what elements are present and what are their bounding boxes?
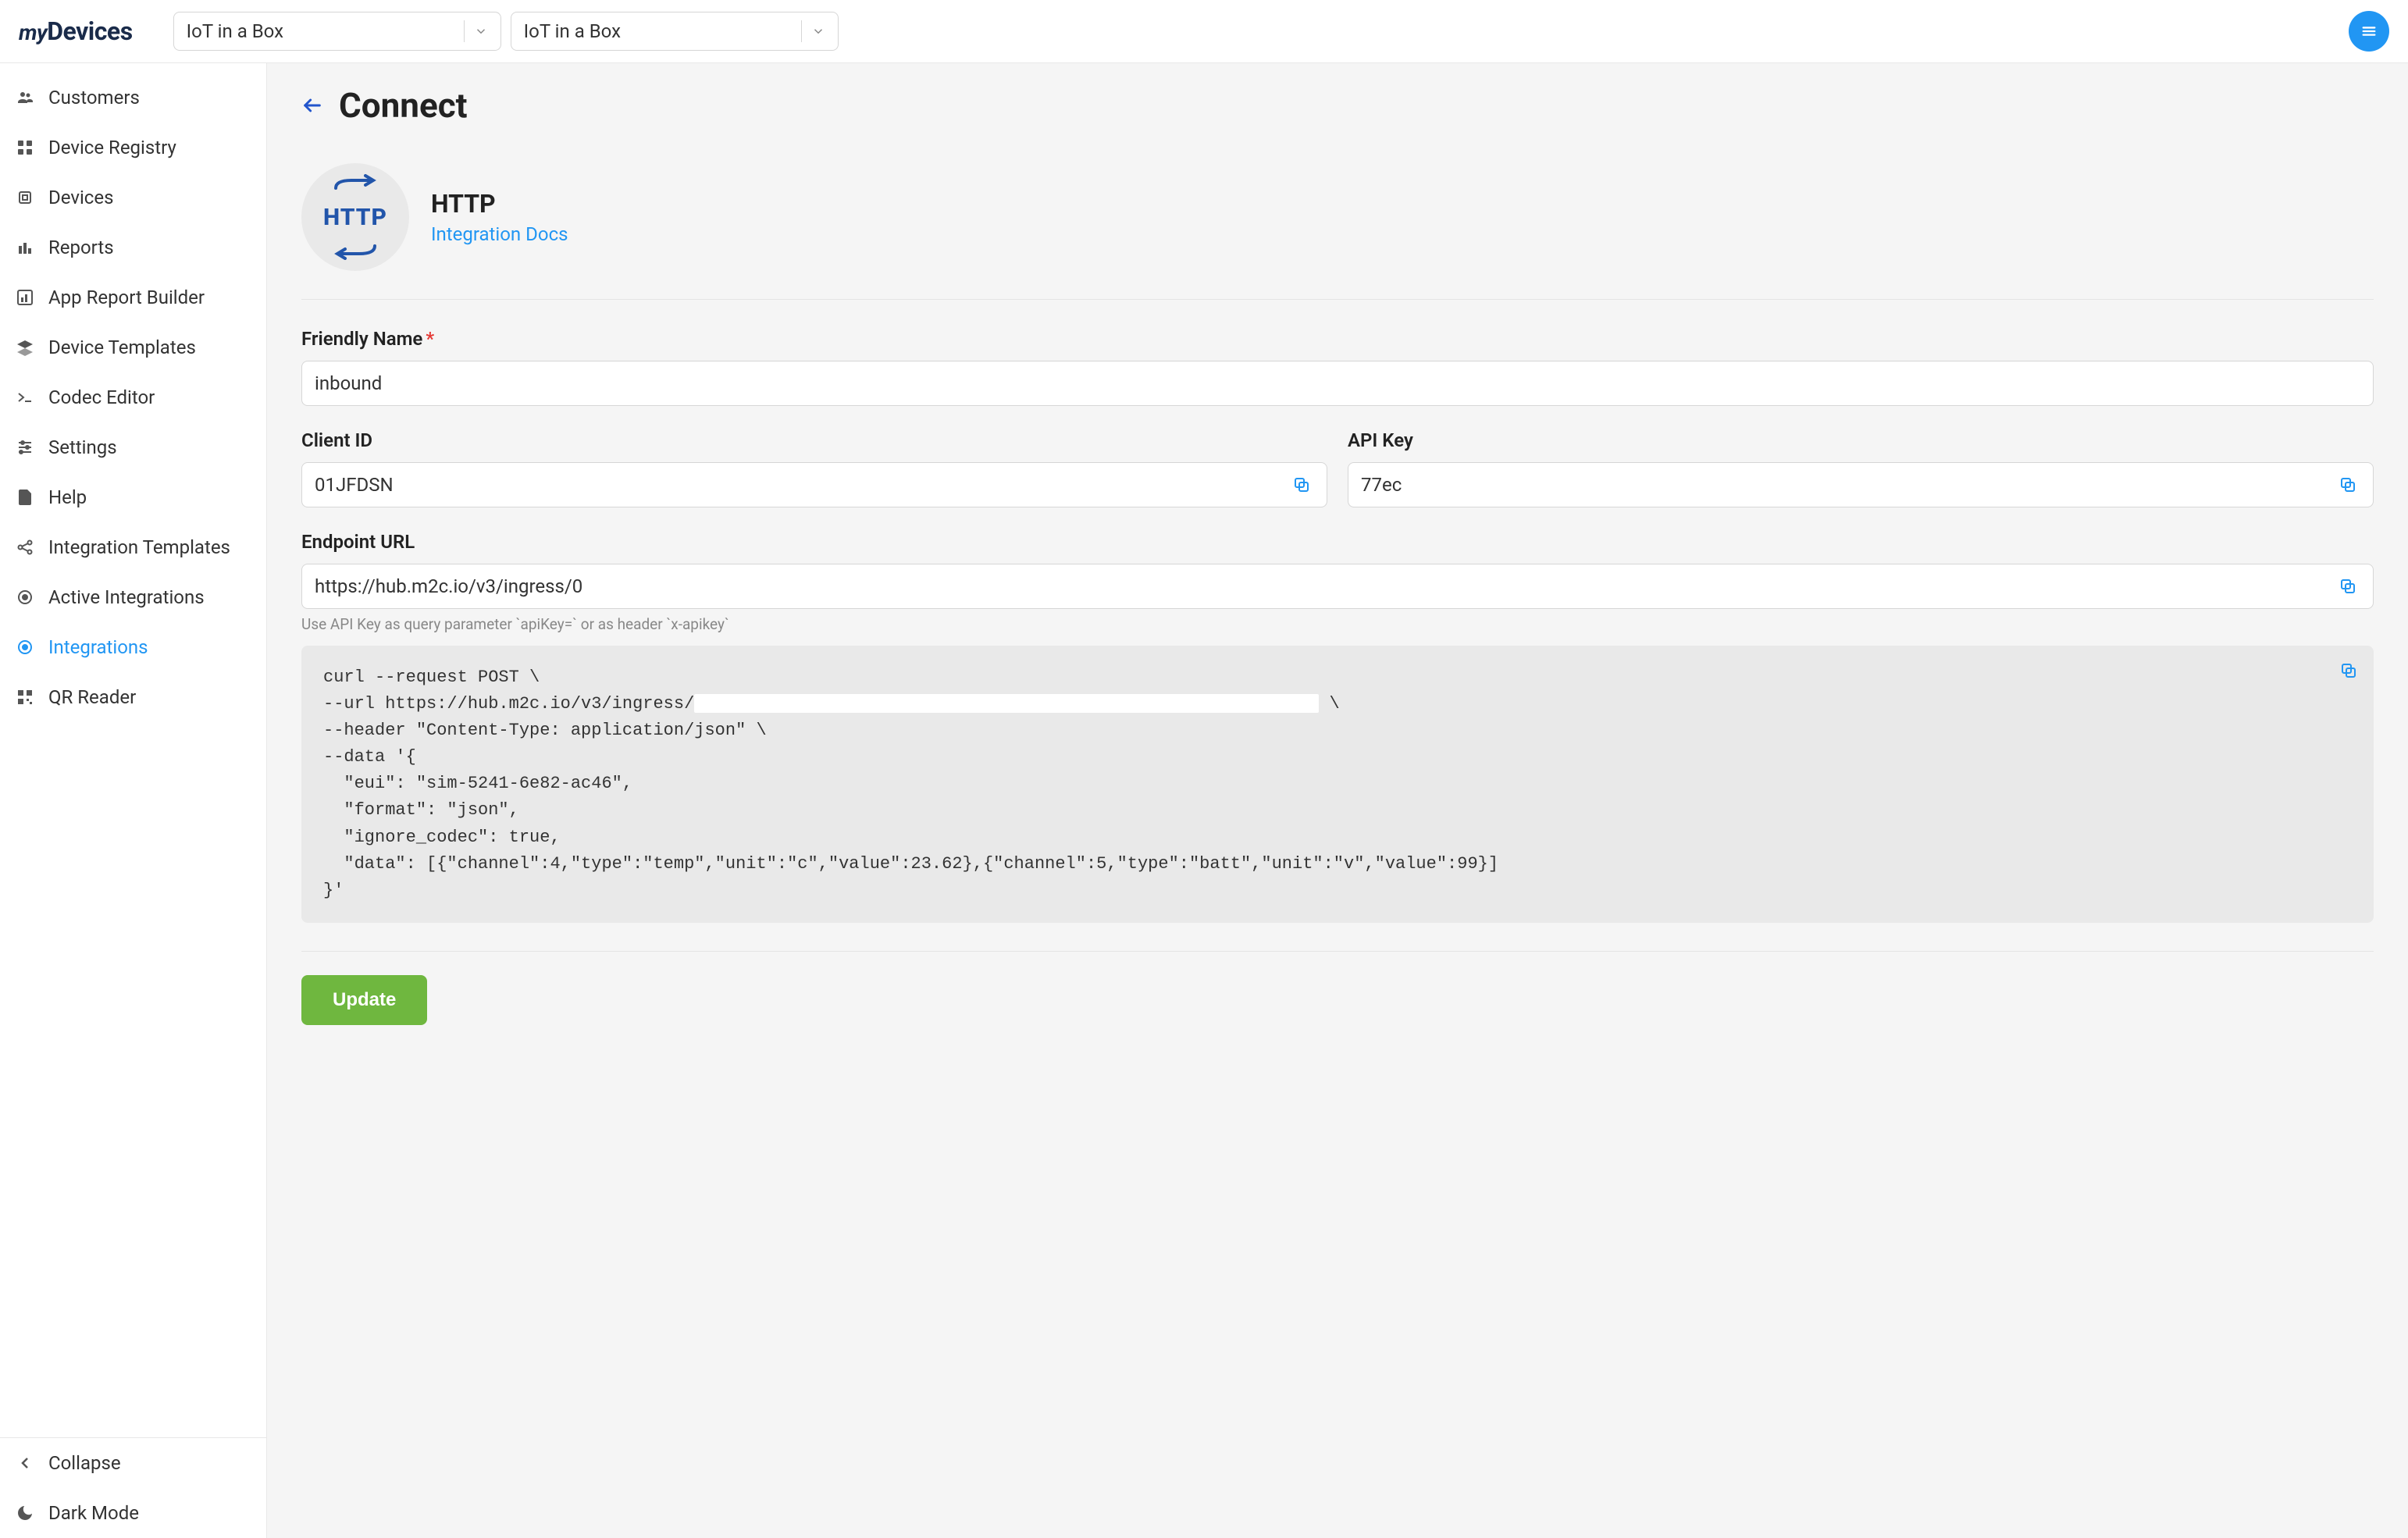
sidebar-item-integration-templates[interactable]: Integration Templates: [0, 522, 266, 572]
terminal-icon: [16, 388, 34, 407]
sidebar-item-reports[interactable]: Reports: [0, 223, 266, 272]
copy-curl-button[interactable]: [2336, 658, 2361, 683]
page-title: Connect: [339, 85, 468, 126]
sidebar-item-settings[interactable]: Settings: [0, 422, 266, 472]
sidebar-item-label: Integrations: [48, 636, 148, 658]
menu-button[interactable]: [2349, 11, 2389, 52]
sidebar-item-label: Integration Templates: [48, 536, 230, 558]
client-id-input[interactable]: [315, 474, 1283, 496]
sidebar-item-label: Settings: [48, 436, 117, 458]
sidebar-collapse[interactable]: Collapse: [0, 1438, 266, 1488]
sidebar-item-label: Active Integrations: [48, 586, 205, 608]
copy-icon: [2339, 475, 2357, 494]
client-id-label: Client ID: [301, 429, 1327, 451]
sidebar-item-devices[interactable]: Devices: [0, 173, 266, 223]
sidebar-item-device-templates[interactable]: Device Templates: [0, 322, 266, 372]
api-key-input-wrap: [1348, 462, 2374, 507]
endpoint-url-label: Endpoint URL: [301, 531, 2374, 553]
copy-icon: [1292, 475, 1311, 494]
main-content: Connect HTTP HTTP Integration Docs Frien…: [267, 63, 2408, 1538]
sidebar-collapse-label: Collapse: [48, 1452, 121, 1474]
cpu-icon: [16, 188, 34, 207]
sidebar-item-active-integrations[interactable]: Active Integrations: [0, 572, 266, 622]
sidebar-item-label: QR Reader: [48, 686, 136, 708]
sidebar-item-label: Device Templates: [48, 336, 196, 358]
logo: myDevices: [19, 16, 133, 46]
sidebar-item-label: App Report Builder: [48, 287, 205, 308]
sidebar-item-integrations[interactable]: Integrations: [0, 622, 266, 672]
sidebar-item-label: Codec Editor: [48, 386, 155, 408]
sidebar-item-label: Help: [48, 486, 87, 508]
integration-docs-link[interactable]: Integration Docs: [431, 223, 568, 245]
bar-chart-icon: [16, 238, 34, 257]
sidebar-dark-mode-label: Dark Mode: [48, 1502, 139, 1524]
hamburger-icon: [2360, 23, 2378, 40]
header: myDevices IoT in a Box IoT in a Box: [0, 0, 2408, 63]
sidebar: Customers Device Registry Devices Report…: [0, 63, 267, 1538]
api-key-input[interactable]: [1361, 474, 2329, 496]
friendly-name-label: Friendly Name*: [301, 328, 2374, 350]
copy-icon: [2339, 661, 2358, 680]
sidebar-item-label: Reports: [48, 237, 114, 258]
friendly-name-input[interactable]: [315, 372, 2360, 394]
org-select-1[interactable]: IoT in a Box: [173, 12, 501, 51]
client-id-input-wrap: [301, 462, 1327, 507]
http-badge: HTTP: [301, 163, 409, 271]
sidebar-item-customers[interactable]: Customers: [0, 73, 266, 123]
chart-icon: [16, 288, 34, 307]
sidebar-item-qr-reader[interactable]: QR Reader: [0, 672, 266, 722]
http-badge-text: HTTP: [323, 204, 387, 231]
org-select-1-value: IoT in a Box: [187, 20, 283, 42]
update-button[interactable]: Update: [301, 975, 427, 1025]
org-select-2-value: IoT in a Box: [524, 20, 621, 42]
sliders-icon: [16, 438, 34, 457]
endpoint-url-input[interactable]: [315, 575, 2329, 597]
sidebar-item-device-registry[interactable]: Device Registry: [0, 123, 266, 173]
target-icon: [16, 588, 34, 607]
file-icon: [16, 488, 34, 507]
sidebar-dark-mode[interactable]: Dark Mode: [0, 1488, 266, 1538]
integration-title: HTTP: [431, 189, 568, 219]
sidebar-item-app-report-builder[interactable]: App Report Builder: [0, 272, 266, 322]
copy-client-id-button[interactable]: [1289, 472, 1314, 497]
target-icon: [16, 638, 34, 657]
api-key-label: API Key: [1348, 429, 2374, 451]
sidebar-item-label: Devices: [48, 187, 113, 208]
sidebar-item-help[interactable]: Help: [0, 472, 266, 522]
arrow-left-icon: [328, 241, 383, 260]
sidebar-item-codec-editor[interactable]: Codec Editor: [0, 372, 266, 422]
people-icon: [16, 88, 34, 107]
grid-icon: [16, 138, 34, 157]
friendly-name-input-wrap: [301, 361, 2374, 406]
qr-icon: [16, 688, 34, 707]
moon-icon: [16, 1504, 34, 1522]
chevron-down-icon: [474, 24, 488, 38]
org-select-2[interactable]: IoT in a Box: [511, 12, 839, 51]
sidebar-item-label: Device Registry: [48, 137, 176, 158]
arrow-left-icon: [301, 94, 323, 116]
copy-icon: [2339, 577, 2357, 596]
arrow-right-icon: [328, 174, 383, 193]
layers-icon: [16, 338, 34, 357]
back-button[interactable]: [301, 94, 323, 116]
copy-api-key-button[interactable]: [2335, 472, 2360, 497]
endpoint-hint: Use API Key as query parameter `apiKey=`…: [301, 615, 2374, 633]
share-icon: [16, 538, 34, 557]
copy-endpoint-button[interactable]: [2335, 574, 2360, 599]
curl-code-block: curl --request POST \ --url https://hub.…: [301, 646, 2374, 923]
chevron-left-icon: [16, 1454, 34, 1472]
chevron-down-icon: [811, 24, 825, 38]
endpoint-url-input-wrap: [301, 564, 2374, 609]
sidebar-item-label: Customers: [48, 87, 140, 109]
